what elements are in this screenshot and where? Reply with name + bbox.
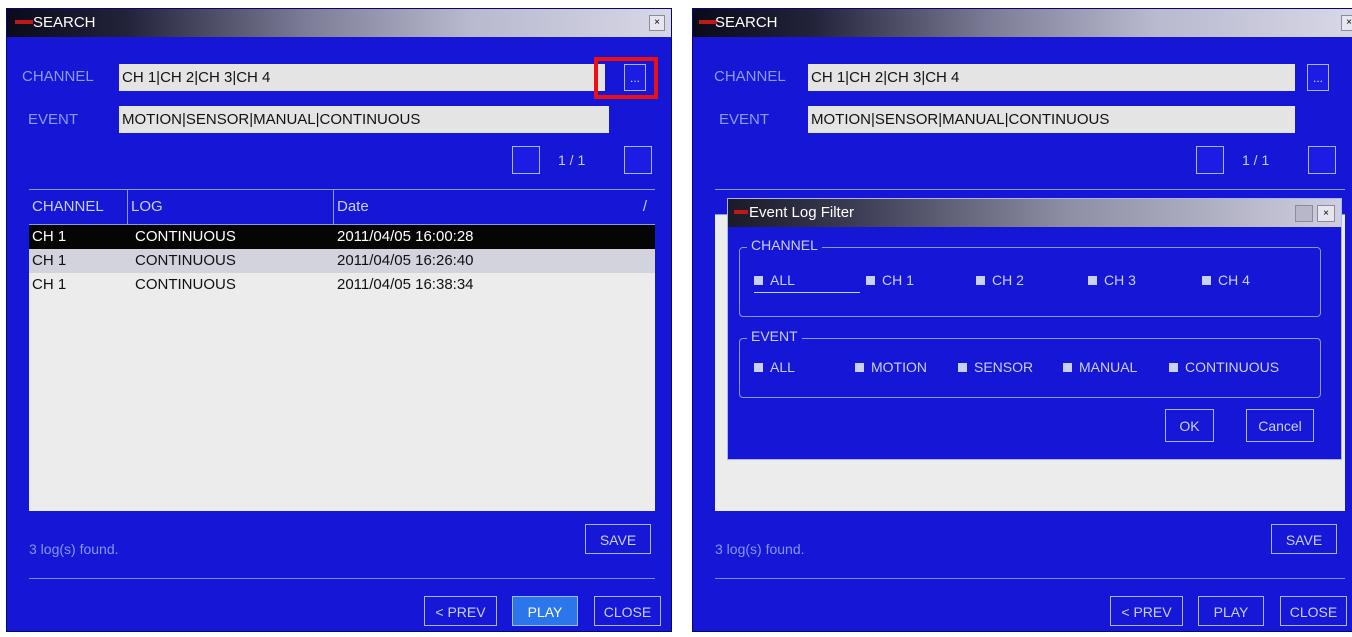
checkbox-checked-icon (1202, 275, 1211, 285)
checkbox-sensor[interactable]: SENSOR (958, 359, 1033, 375)
channel-field[interactable]: CH 1|CH 2|CH 3|CH 4 (119, 64, 605, 91)
status-text: 3 log(s) found. (29, 541, 119, 557)
play-button[interactable]: PLAY (1198, 596, 1264, 626)
close-icon[interactable]: × (649, 15, 665, 31)
cell-date: 2011/04/05 16:00:28 (337, 228, 474, 245)
app-logo-icon (15, 20, 33, 24)
checkbox-checked-icon (866, 275, 875, 285)
close-icon[interactable]: × (1317, 205, 1335, 222)
cell-log: CONTINUOUS (135, 276, 236, 293)
channel-select-button[interactable]: ... (1307, 64, 1329, 91)
checkbox-ch4[interactable]: CH 4 (1202, 272, 1250, 288)
separator (29, 578, 655, 579)
channel-field[interactable]: CH 1|CH 2|CH 3|CH 4 (808, 64, 1295, 91)
separator (715, 578, 1345, 579)
cell-channel: CH 1 (32, 276, 67, 293)
checkbox-motion[interactable]: MOTION (855, 359, 927, 375)
checkbox-checked-icon (1063, 362, 1072, 372)
checkbox-checked-icon (754, 362, 763, 372)
checkbox-checked-icon (958, 362, 967, 372)
title-bar: SEARCH × (693, 9, 1352, 37)
page-next-button[interactable] (624, 146, 652, 174)
dialog-title-bar: Event Log Filter × (728, 199, 1341, 227)
window-title: SEARCH (715, 14, 778, 31)
save-button[interactable]: SAVE (1271, 524, 1337, 554)
event-label: EVENT (28, 111, 79, 128)
checkbox-checked-icon (976, 275, 985, 285)
page-prev-button[interactable] (512, 146, 540, 174)
checkbox-checked-icon (855, 362, 864, 372)
play-button[interactable]: PLAY (512, 596, 578, 626)
table-row[interactable]: CH 1 CONTINUOUS 2011/04/05 16:00:28 (29, 225, 655, 249)
sort-icon: / (642, 198, 647, 215)
focus-underline (754, 292, 860, 293)
table-header: CHANNEL LOG Date / (29, 189, 655, 225)
log-table: CHANNEL LOG Date / CH 1 CONTINUOUS 2011/… (29, 189, 655, 511)
channel-group-title: CHANNEL (747, 237, 822, 253)
checkbox-ch1[interactable]: CH 1 (866, 272, 914, 288)
minimize-icon[interactable] (1295, 205, 1313, 222)
checkbox-continuous[interactable]: CONTINUOUS (1169, 359, 1279, 375)
event-field[interactable]: MOTION|SENSOR|MANUAL|CONTINUOUS (808, 106, 1295, 133)
checkbox-checked-icon (1169, 362, 1178, 372)
page-prev-button[interactable] (1196, 146, 1224, 174)
title-bar: SEARCH × (7, 9, 671, 37)
column-header-date[interactable]: Date (333, 190, 655, 224)
cell-channel: CH 1 (32, 252, 67, 269)
highlight-box (594, 57, 658, 99)
column-header-channel[interactable]: CHANNEL (29, 190, 127, 224)
cell-date: 2011/04/05 16:26:40 (337, 252, 474, 269)
cell-log: CONTINUOUS (135, 252, 236, 269)
save-button[interactable]: SAVE (585, 524, 651, 554)
channel-label: CHANNEL (22, 68, 94, 85)
close-button[interactable]: CLOSE (594, 596, 661, 626)
checkbox-event-all[interactable]: ALL (754, 359, 795, 375)
page-indicator: 1 / 1 (1242, 152, 1270, 168)
search-window-left: SEARCH × CHANNEL CH 1|CH 2|CH 3|CH 4 ...… (6, 8, 672, 632)
checkbox-checked-icon (754, 275, 763, 285)
event-label: EVENT (719, 111, 770, 128)
cell-log: CONTINUOUS (135, 228, 236, 245)
checkbox-ch3[interactable]: CH 3 (1088, 272, 1136, 288)
checkbox-ch2[interactable]: CH 2 (976, 272, 1024, 288)
app-logo-icon (734, 210, 748, 214)
close-icon[interactable]: × (1341, 15, 1352, 31)
status-text: 3 log(s) found. (715, 541, 805, 557)
cell-date: 2011/04/05 16:38:34 (337, 276, 474, 293)
cancel-button[interactable]: Cancel (1246, 409, 1314, 442)
ok-button[interactable]: OK (1165, 409, 1214, 442)
page-next-button[interactable] (1308, 146, 1336, 174)
checkbox-checked-icon (1088, 275, 1097, 285)
event-log-filter-dialog: Event Log Filter × CHANNEL ALL CH 1 CH 2… (727, 198, 1342, 460)
event-field[interactable]: MOTION|SENSOR|MANUAL|CONTINUOUS (119, 106, 609, 133)
prev-button[interactable]: < PREV (1110, 596, 1183, 626)
channel-label: CHANNEL (714, 68, 786, 85)
window-title: SEARCH (33, 14, 96, 31)
column-header-log[interactable]: LOG (127, 190, 333, 224)
prev-button[interactable]: < PREV (424, 596, 497, 626)
event-group-title: EVENT (747, 328, 802, 344)
page-indicator: 1 / 1 (558, 152, 586, 168)
checkbox-channel-all[interactable]: ALL (754, 272, 795, 288)
dialog-title: Event Log Filter (749, 204, 855, 221)
table-row[interactable]: CH 1 CONTINUOUS 2011/04/05 16:26:40 (29, 249, 655, 273)
table-row[interactable]: CH 1 CONTINUOUS 2011/04/05 16:38:34 (29, 273, 655, 297)
search-window-right: SEARCH × CHANNEL CH 1|CH 2|CH 3|CH 4 ...… (692, 8, 1352, 632)
close-button[interactable]: CLOSE (1280, 596, 1347, 626)
cell-channel: CH 1 (32, 228, 67, 245)
checkbox-manual[interactable]: MANUAL (1063, 359, 1137, 375)
